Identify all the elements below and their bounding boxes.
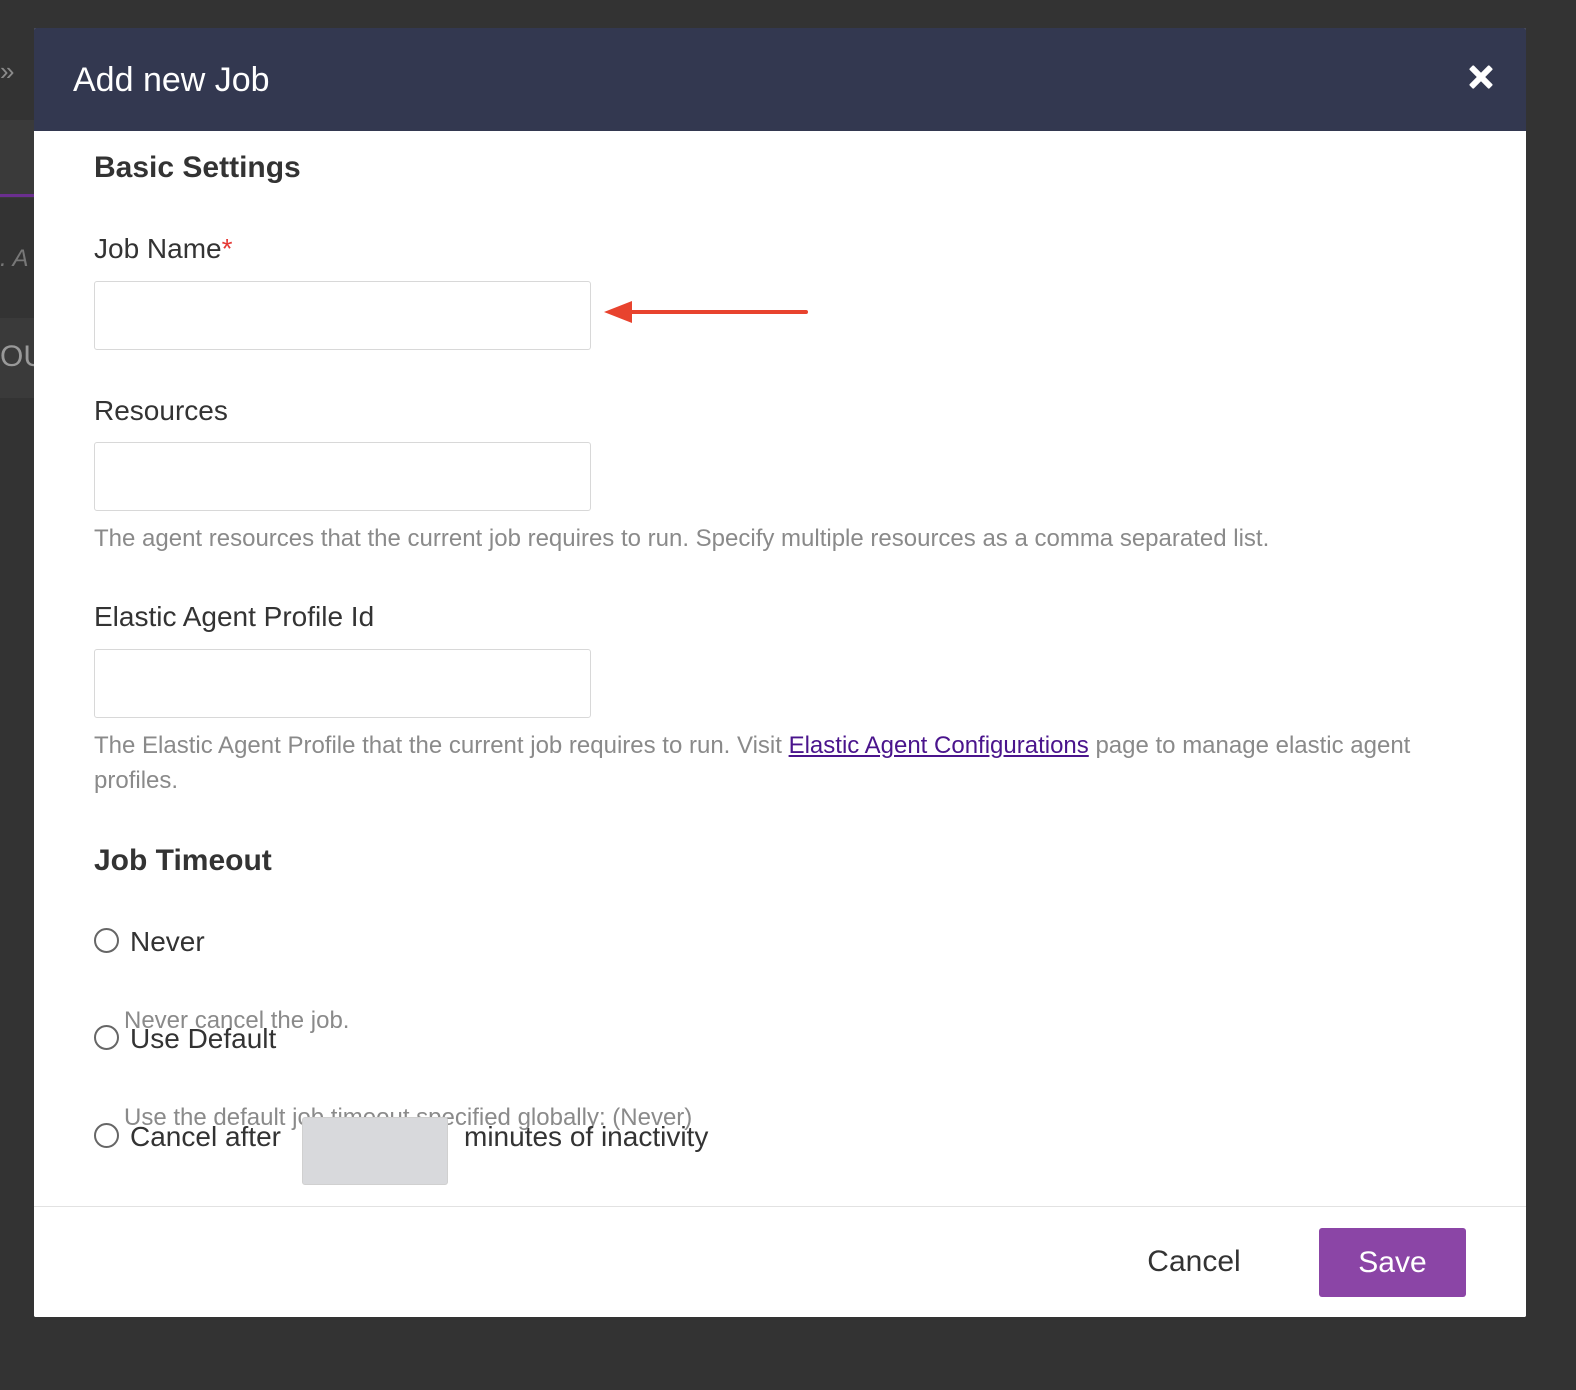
timeout-default-radio[interactable] [94,1025,119,1050]
job-name-label: Job Name* [94,233,233,265]
modal-header: Add new Job [34,28,1526,131]
resources-help: The agent resources that the current job… [94,525,1270,552]
timeout-minutes-input[interactable] [302,1117,448,1185]
elastic-profile-help: The Elastic Agent Profile that the curre… [94,728,1474,798]
add-job-modal: Add new Job Basic Settings Job Name* Res… [34,28,1526,1317]
required-marker: * [221,233,233,264]
elastic-profile-label: Elastic Agent Profile Id [94,601,375,632]
timeout-minutes-suffix: minutes of inactivity [464,1121,709,1152]
save-button[interactable]: Save [1319,1228,1466,1297]
timeout-never-label[interactable]: Never [130,926,205,958]
job-name-label-text: Job Name [94,233,222,264]
elastic-profile-input[interactable] [94,649,591,718]
basic-settings-title: Basic Settings [94,151,301,184]
timeout-cancel-after-radio[interactable] [94,1123,119,1148]
timeout-never-radio[interactable] [94,928,119,953]
timeout-cancel-after-label[interactable]: Cancel after [130,1121,281,1153]
cancel-button[interactable]: Cancel [1134,1237,1254,1287]
timeout-default-label[interactable]: Use Default [130,1023,276,1055]
annotation-arrow-icon [604,301,808,323]
close-icon[interactable] [1466,62,1496,92]
resources-input[interactable] [94,442,591,511]
modal-title: Add new Job [73,61,270,99]
modal-footer: Cancel Save [34,1206,1526,1317]
background-text: . A [0,245,29,272]
background-tab-underline [0,194,34,197]
expand-chevron-icon: » [0,56,15,86]
elastic-agent-configurations-link[interactable]: Elastic Agent Configurations [789,732,1089,759]
resources-label: Resources [94,395,228,426]
job-timeout-title: Job Timeout [94,844,272,877]
job-name-input[interactable] [94,281,591,350]
modal-body: Basic Settings Job Name* Resources The a… [34,131,1526,1206]
elastic-help-before: The Elastic Agent Profile that the curre… [94,732,789,759]
